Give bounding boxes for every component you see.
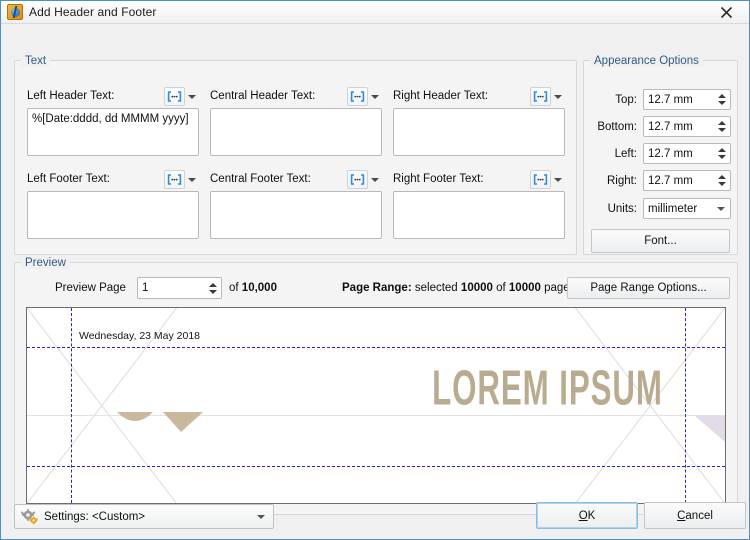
spinner-arrows-icon[interactable]: [716, 171, 727, 190]
margin-top-label: Top:: [615, 93, 637, 106]
ok-button[interactable]: OK: [536, 502, 638, 529]
font-button[interactable]: Font...: [591, 229, 730, 253]
units-label: Units:: [607, 202, 637, 215]
text-group: Text Left Header Text: %[Date:dddd, dd M…: [14, 53, 577, 255]
left-footer-text-input[interactable]: [27, 191, 199, 239]
central-footer-text-input[interactable]: [210, 191, 382, 239]
macro-brackets-icon[interactable]: [530, 170, 551, 189]
spinner-arrows-icon[interactable]: [207, 278, 218, 298]
margin-guide-bottom: [27, 466, 725, 467]
spinner-arrows-icon[interactable]: [716, 144, 727, 163]
page-range-of: of: [496, 282, 506, 294]
dialog-footer: Settings: <Custom> OK Cancel: [1, 495, 749, 539]
cancel-accel: C: [677, 509, 686, 522]
macro-dropdown-arrow-icon[interactable]: [551, 170, 565, 189]
preview-page-label: Preview Page: [55, 282, 126, 294]
macro-dropdown-arrow-icon[interactable]: [185, 170, 199, 189]
field-label: Right Footer Text:: [393, 173, 484, 185]
margin-right-label: Right:: [606, 174, 637, 187]
preview-corner-accent: [695, 416, 725, 442]
page-range-summary: Page Range: selected 10000 of 10000 page…: [342, 282, 575, 294]
right-footer-text-input[interactable]: [393, 191, 565, 239]
margin-guide-top: [27, 347, 725, 348]
margin-top-stepper[interactable]: [643, 89, 731, 110]
dialog-body: Text Left Header Text: %[Date:dddd, dd M…: [1, 24, 749, 539]
units-select[interactable]: millimeter: [643, 198, 731, 219]
preview-total-pages: of 10,000: [229, 282, 277, 294]
macro-dropdown-arrow-icon[interactable]: [368, 87, 382, 106]
units-row: Units: millimeter: [590, 198, 731, 219]
margin-right-stepper[interactable]: [643, 170, 731, 191]
close-icon[interactable]: [704, 1, 749, 23]
right-header-text-input[interactable]: [393, 108, 565, 156]
field-label: Central Header Text:: [210, 90, 316, 102]
preview-group: Preview Preview Page of 10,000 Page Rang…: [14, 255, 738, 515]
units-value: millimeter: [648, 202, 698, 215]
settings-preset-select[interactable]: Settings: <Custom>: [14, 504, 274, 529]
margin-right-row: Right:: [590, 170, 731, 191]
macro-dropdown-arrow-icon[interactable]: [368, 170, 382, 189]
margin-left-row: Left:: [590, 143, 731, 164]
of-label: of: [229, 282, 239, 294]
macro-brackets-icon[interactable]: [164, 170, 185, 189]
window-title: Add Header and Footer: [29, 5, 157, 19]
appearance-options-group: Appearance Options Top: Bottom: Left:: [583, 53, 738, 255]
preview-page-canvas[interactable]: Wednesday, 23 May 2018 LOREM IPSUM: [26, 307, 726, 504]
macro-brackets-icon[interactable]: [347, 87, 368, 106]
macro-controls: [347, 87, 382, 106]
page-range-selected: 10000: [460, 282, 493, 294]
macro-controls: [347, 170, 382, 189]
macro-brackets-icon[interactable]: [530, 87, 551, 106]
margin-bottom-label: Bottom:: [597, 120, 637, 133]
appearance-group-label: Appearance Options: [590, 53, 703, 67]
spinner-arrows-icon[interactable]: [716, 90, 727, 109]
preview-page-stepper[interactable]: [137, 277, 222, 299]
spinner-arrows-icon[interactable]: [716, 117, 727, 136]
macro-controls: [530, 170, 565, 189]
macro-dropdown-arrow-icon[interactable]: [185, 87, 199, 106]
chevron-down-icon: [717, 206, 725, 211]
macro-controls: [164, 170, 199, 189]
text-group-label: Text: [21, 53, 51, 67]
margin-guide-left: [71, 308, 72, 503]
cancel-rest: ancel: [685, 509, 713, 522]
macro-controls: [164, 87, 199, 106]
preview-group-label: Preview: [21, 255, 70, 269]
macro-brackets-icon[interactable]: [164, 87, 185, 106]
macro-brackets-icon[interactable]: [347, 170, 368, 189]
page-range-mid: selected: [414, 282, 458, 294]
margin-left-stepper[interactable]: [643, 143, 731, 164]
margin-guide-right: [685, 308, 686, 503]
chevron-down-icon: [257, 514, 265, 519]
field-label: Central Footer Text:: [210, 173, 311, 185]
central-header-text-input[interactable]: [210, 108, 382, 156]
gear-icon: [20, 508, 39, 525]
margin-top-row: Top:: [590, 89, 731, 110]
cancel-button[interactable]: Cancel: [644, 502, 746, 529]
ok-rest: K: [587, 509, 596, 522]
total-pages-value: 10,000: [241, 282, 277, 294]
page-range-total: 10000: [508, 282, 541, 294]
field-label: Left Header Text:: [27, 90, 115, 102]
ok-accel: O: [578, 509, 588, 522]
preview-watermark: LOREM IPSUM: [432, 361, 663, 417]
preview-header-date: Wednesday, 23 May 2018: [79, 330, 201, 342]
margin-left-label: Left:: [614, 147, 637, 160]
page-range-options-button[interactable]: Page Range Options...: [567, 277, 730, 299]
left-header-text-input[interactable]: [27, 108, 199, 156]
title-bar: Add Header and Footer: [1, 1, 749, 24]
pdf-app-icon: [7, 4, 23, 20]
preview-toolbar: Preview Page of 10,000 Page Range: selec…: [15, 277, 737, 301]
macro-dropdown-arrow-icon[interactable]: [551, 87, 565, 106]
margin-bottom-row: Bottom:: [590, 116, 731, 137]
settings-label: Settings:: [44, 510, 89, 523]
dialog-window: Add Header and Footer Text Left Header T…: [0, 0, 750, 540]
settings-value: <Custom>: [91, 510, 146, 523]
margin-bottom-stepper[interactable]: [643, 116, 731, 137]
macro-controls: [530, 87, 565, 106]
field-label: Left Footer Text:: [27, 173, 110, 185]
field-label: Right Header Text:: [393, 90, 489, 102]
page-range-prefix: Page Range:: [342, 282, 412, 294]
